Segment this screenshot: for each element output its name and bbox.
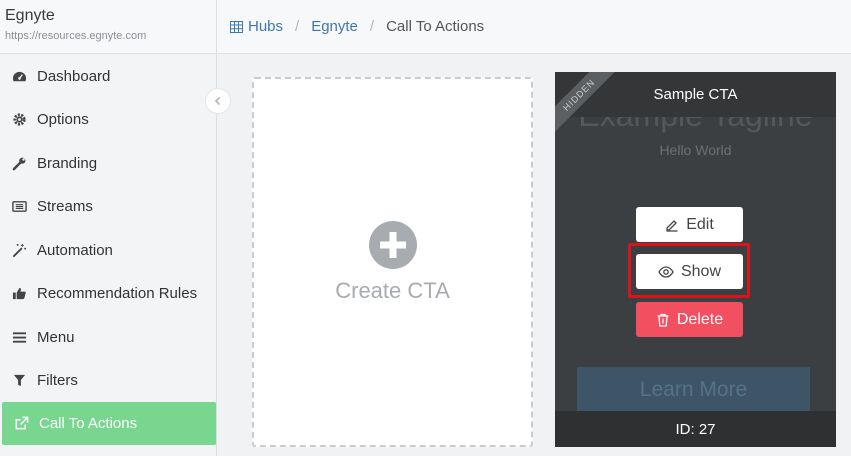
delete-button[interactable]: Delete	[636, 302, 743, 337]
pencil-icon	[665, 218, 686, 232]
sidebar-item-automation[interactable]: Automation	[0, 229, 216, 272]
chevron-left-icon	[213, 96, 223, 106]
sidebar-item-label: Streams	[37, 198, 93, 215]
delete-button-label: Delete	[676, 310, 724, 328]
filter-icon	[11, 373, 27, 389]
sidebar-item-label: Automation	[37, 242, 113, 259]
create-cta-label: Create CTA	[335, 278, 450, 303]
wrench-icon	[11, 156, 27, 172]
magic-wand-icon	[11, 243, 27, 259]
show-button-highlight	[628, 243, 750, 298]
brand-header: Egnyte https://resources.egnyte.com	[0, 0, 216, 54]
learn-more-button-preview: Learn More	[577, 367, 810, 413]
sidebar-item-label: Call To Actions	[39, 415, 138, 432]
gear-icon	[11, 112, 27, 128]
breadcrumb-separator: /	[295, 18, 300, 35]
breadcrumb-current: Call To Actions	[386, 18, 485, 35]
edit-button-label: Edit	[686, 215, 714, 233]
hamburger-icon	[11, 330, 27, 346]
sidebar-item-options[interactable]: Options	[0, 98, 216, 141]
breadcrumb-hubs-link[interactable]: Hubs	[248, 18, 283, 35]
sidebar-item-filters[interactable]: Filters	[0, 359, 216, 402]
plus-circle-icon	[368, 220, 418, 270]
breadcrumb: Hubs / Egnyte / Call To Actions	[217, 0, 851, 54]
thumbs-up-icon	[11, 286, 27, 302]
sidebar-collapse-button[interactable]	[205, 88, 231, 114]
sidebar: Egnyte https://resources.egnyte.com Dash…	[0, 0, 217, 456]
edit-button[interactable]: Edit	[636, 207, 743, 242]
dashboard-icon	[11, 69, 27, 85]
sidebar-item-label: Dashboard	[37, 68, 111, 85]
grid-icon	[230, 20, 243, 33]
list-icon	[11, 199, 27, 215]
cta-tagline: Example Tagline	[555, 117, 836, 131]
sidebar-item-label: Recommendation Rules	[37, 285, 198, 302]
sidebar-item-menu[interactable]: Menu	[0, 316, 216, 359]
sidebar-item-label: Menu	[37, 329, 75, 346]
sidebar-item-streams[interactable]: Streams	[0, 185, 216, 228]
sidebar-item-branding[interactable]: Branding	[0, 142, 216, 185]
hub-url: https://resources.egnyte.com	[5, 30, 147, 42]
trash-icon	[656, 313, 677, 327]
sidebar-item-label: Filters	[37, 372, 78, 389]
breadcrumb-egnyte-link[interactable]: Egnyte	[311, 18, 358, 35]
sidebar-item-label: Options	[37, 111, 89, 128]
cta-id: ID: 27	[555, 411, 836, 447]
external-link-icon	[13, 416, 29, 432]
hub-title: Egnyte	[5, 7, 55, 24]
create-cta-card[interactable]: Create CTA	[252, 77, 533, 447]
breadcrumb-separator: /	[369, 18, 375, 35]
sidebar-item-recommendation-rules[interactable]: Recommendation Rules	[0, 272, 216, 315]
sidebar-item-label: Branding	[37, 155, 98, 172]
sidebar-item-dashboard[interactable]: Dashboard	[0, 55, 216, 98]
sidebar-item-call-to-actions[interactable]: Call To Actions	[2, 402, 216, 445]
cta-subtitle: Hello World	[659, 142, 732, 158]
